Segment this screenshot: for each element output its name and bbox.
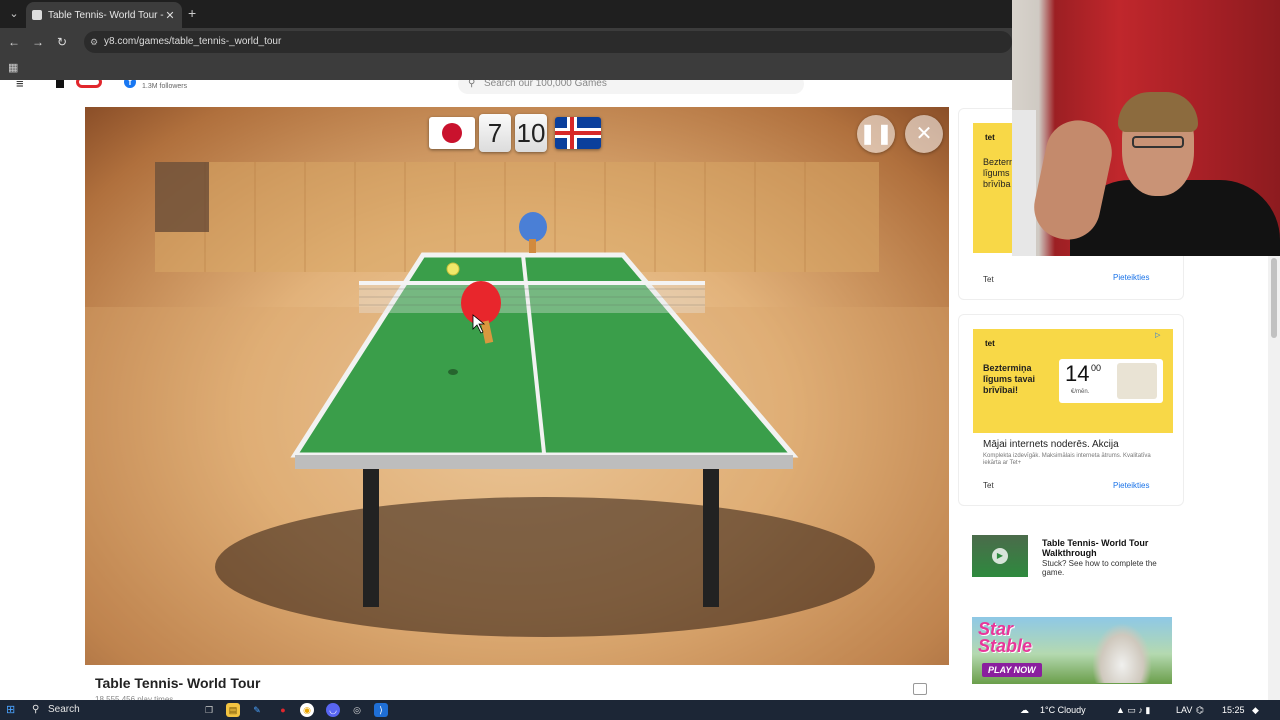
screen: ⌄ Table Tennis- World Tour - Play ✕ + ← … xyxy=(0,0,1280,720)
play-now-button[interactable]: PLAY NOW xyxy=(982,663,1042,677)
ad2-brand: tet xyxy=(985,339,995,348)
notification-icon[interactable]: ◆ xyxy=(1252,703,1259,717)
scrollbar-thumb[interactable] xyxy=(1271,258,1277,338)
weather-text[interactable]: 1°C Cloudy xyxy=(1040,703,1086,717)
reload-icon[interactable]: ↻ xyxy=(54,34,70,50)
language-indicator[interactable]: LAV xyxy=(1176,703,1192,717)
ad1-brand: tet xyxy=(985,133,995,142)
ad2-price-cents: 00 xyxy=(1091,363,1102,373)
logo-8-shape xyxy=(76,80,102,88)
obs-icon[interactable]: ◎ xyxy=(350,703,364,717)
ad1-footer: Tet xyxy=(983,275,994,284)
taskbar-search[interactable]: ⚲ Search xyxy=(28,702,178,718)
app-icon[interactable]: ✎ xyxy=(250,703,264,717)
ad2-desc: Komplekta izdevīgāk. Maksimālais interne… xyxy=(983,453,1151,466)
address-text: y8.com/games/table_tennis-_world_tour xyxy=(104,36,282,47)
walkthrough-thumbnail: ▶ xyxy=(972,535,1028,577)
game-scene xyxy=(85,162,949,665)
table-shadow xyxy=(215,497,875,637)
taskbar: ⊞ ⚲ Search ❐ ▤ ✎ ● ◉ ◡ ◎ ⟩ ☁ 1°C Cloudy … xyxy=(0,700,1280,720)
windows-start-icon[interactable]: ⊞ xyxy=(6,704,18,716)
vscode-icon[interactable]: ⟩ xyxy=(374,703,388,717)
forward-icon[interactable]: → xyxy=(30,34,46,50)
site-info-icon[interactable]: ⚙ xyxy=(90,31,98,53)
webcam-overlay xyxy=(1012,0,1280,256)
page-scrollbar[interactable] xyxy=(1268,256,1280,700)
opera-icon[interactable]: ● xyxy=(276,703,290,717)
ad2-price-box: 14 00 €/mēn. xyxy=(1059,359,1163,403)
tab-title: Table Tennis- World Tour - Play xyxy=(48,9,164,21)
tray-icons[interactable]: ▲ ▭ ♪ ▮ xyxy=(1116,703,1150,717)
tab-search-icon[interactable]: ⌄ xyxy=(6,6,22,22)
site-header: ≡ f 1.3M followers ⚲ Search our 100,000 … xyxy=(0,80,1012,102)
game-title: Table Tennis- World Tour xyxy=(95,675,261,691)
search-input[interactable]: ⚲ Search our 100,000 Games xyxy=(458,80,804,94)
game-canvas[interactable]: 7 10 ❚❚ ✕ xyxy=(85,107,949,665)
back-icon[interactable]: ← xyxy=(6,34,22,50)
table-leg-right xyxy=(703,467,719,607)
ad2-price-unit: €/mēn. xyxy=(1071,389,1090,395)
search-icon: ⚲ xyxy=(468,80,476,89)
discord-icon[interactable]: ◡ xyxy=(326,703,340,717)
search-placeholder: Search our 100,000 Games xyxy=(484,80,607,89)
score-right: 10 xyxy=(515,114,547,152)
ad2-link[interactable]: Pieteikties xyxy=(1113,481,1149,490)
glasses xyxy=(1132,136,1184,148)
play-icon: ▶ xyxy=(992,548,1008,564)
ad2-footer: Tet xyxy=(983,481,994,490)
door xyxy=(155,162,209,232)
net-top xyxy=(359,281,705,285)
opponent-paddle-handle xyxy=(529,239,536,253)
pause-button[interactable]: ❚❚ xyxy=(857,115,895,153)
opponent-paddle xyxy=(519,212,547,242)
clock[interactable]: 15:25 xyxy=(1222,703,1245,717)
chrome-icon[interactable]: ◉ xyxy=(300,703,314,717)
apps-grid-icon[interactable]: ▦ xyxy=(8,62,20,74)
scoreboard: 7 10 xyxy=(429,114,601,152)
browser-tab[interactable]: Table Tennis- World Tour - Play ✕ xyxy=(26,2,182,28)
table-edge xyxy=(295,455,793,469)
network-icon[interactable]: ⌬ xyxy=(1196,703,1204,717)
walkthrough-card[interactable]: ▶ Table Tennis- World Tour Walkthrough S… xyxy=(958,522,1184,588)
facebook-icon[interactable]: f xyxy=(124,80,136,88)
y8-logo[interactable] xyxy=(52,80,104,90)
walkthrough-title: Table Tennis- World Tour Walkthrough xyxy=(1042,538,1149,558)
followers-count: 1.3M followers xyxy=(142,83,188,90)
address-bar[interactable]: ⚙ y8.com/games/table_tennis-_world_tour xyxy=(84,31,1012,53)
walkthrough-desc: Stuck? See how to complete the game. xyxy=(1042,559,1157,577)
tab-favicon-icon xyxy=(32,10,42,20)
logo-y-shape xyxy=(56,80,64,88)
star-stable-ad[interactable]: Star Stable PLAY NOW xyxy=(972,617,1172,684)
mute-button[interactable]: ✕ xyxy=(905,115,943,153)
shelf xyxy=(1012,110,1036,256)
person-hair xyxy=(1118,92,1198,132)
fullscreen-icon[interactable] xyxy=(913,683,927,695)
score-left: 7 xyxy=(479,114,511,152)
star-stable-logo: Star Stable xyxy=(978,619,1033,656)
taskbar-search-label: Search xyxy=(48,704,80,715)
net xyxy=(359,283,705,313)
ad-choices-icon[interactable]: ▷ xyxy=(1155,331,1160,339)
menu-icon[interactable]: ≡ xyxy=(16,80,24,91)
ad2-price: 14 xyxy=(1065,361,1090,386)
new-tab-icon[interactable]: + xyxy=(188,5,196,21)
ad2-title: Mājai internets noderēs. Akcija xyxy=(983,439,1119,450)
iceland-flag-icon xyxy=(555,117,601,149)
ad2-image xyxy=(1117,363,1157,399)
game-info: Table Tennis- World Tour 18,555,456 play… xyxy=(85,665,949,704)
ad-card-2[interactable]: tet Beztermiņa līgums tavai brīvībai! 14… xyxy=(958,314,1184,506)
file-explorer-icon[interactable]: ▤ xyxy=(226,703,240,717)
horse-image xyxy=(1092,623,1152,683)
ad2-headline: Beztermiņa līgums tavai brīvībai! xyxy=(983,363,1036,395)
player-paddle xyxy=(461,281,501,325)
ad1-link[interactable]: Pieteikties xyxy=(1113,273,1149,282)
table-leg-left xyxy=(363,467,379,607)
ball-shadow xyxy=(448,369,458,375)
taskbar-search-icon: ⚲ xyxy=(32,704,40,715)
task-view-icon[interactable]: ❐ xyxy=(202,703,216,717)
weather-icon[interactable]: ☁ xyxy=(1020,703,1029,717)
tab-close-icon[interactable]: ✕ xyxy=(164,9,176,22)
japan-flag-icon xyxy=(429,117,475,149)
ball xyxy=(446,262,460,276)
